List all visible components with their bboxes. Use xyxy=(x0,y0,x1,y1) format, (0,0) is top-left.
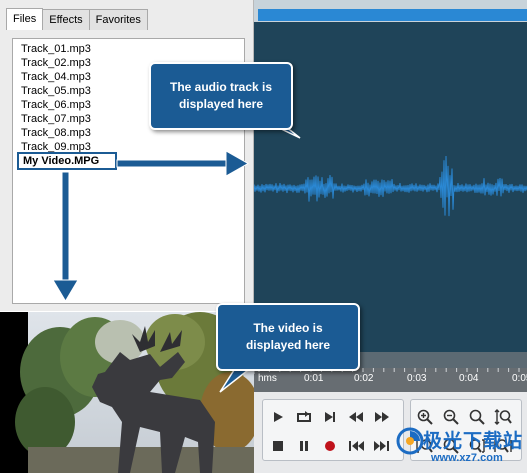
skip-to-end-icon xyxy=(374,441,389,451)
timeline-label: 0:05 xyxy=(512,373,527,384)
list-item[interactable]: Track_08.mp3 xyxy=(21,127,91,140)
timeline-label: 0:02 xyxy=(354,373,374,384)
playback-button-group xyxy=(262,399,404,461)
skip-to-start-button[interactable] xyxy=(345,435,367,457)
skip-to-end-button[interactable] xyxy=(371,435,393,457)
fast-forward-button[interactable] xyxy=(371,406,393,428)
list-item[interactable]: Track_02.mp3 xyxy=(21,57,91,70)
play-to-end-button[interactable] xyxy=(319,406,341,428)
skip-to-start-icon xyxy=(349,441,364,451)
watermark-url: www.xz7.com xyxy=(431,452,503,464)
callout-video-line-2: displayed here xyxy=(245,338,331,352)
pause-icon xyxy=(300,441,308,451)
tab-favorites[interactable]: Favorites xyxy=(88,9,148,30)
fast-forward-icon xyxy=(375,412,389,422)
stop-button[interactable] xyxy=(267,435,289,457)
zoom-in-icon xyxy=(417,409,433,425)
pause-button[interactable] xyxy=(293,435,315,457)
timeline-ruler[interactable]: hms 0:01 0:02 0:03 0:04 0:05 xyxy=(254,368,527,392)
callout-video-line-1: The video is xyxy=(253,321,323,335)
zoom-vertical-icon xyxy=(494,409,512,425)
rewind-button[interactable] xyxy=(345,406,367,428)
audio-overview-bar[interactable] xyxy=(254,0,527,22)
play-button[interactable] xyxy=(267,406,289,428)
callout-audio-line-2: displayed here xyxy=(178,97,264,111)
callout-video: The video is displayed here xyxy=(216,303,360,371)
tab-files[interactable]: Files xyxy=(6,8,44,30)
watermark: 极光下载站 www.xz7.com xyxy=(395,424,525,472)
timeline-ticks xyxy=(254,368,520,374)
watermark-logo-icon xyxy=(396,427,424,455)
timeline-label: 0:03 xyxy=(407,373,427,384)
tab-bar: Files Effects Favorites xyxy=(6,8,148,30)
loop-button[interactable] xyxy=(293,406,315,428)
watermark-text: 极光下载站 xyxy=(423,430,524,452)
list-item-selected[interactable]: My Video.MPG xyxy=(17,152,117,170)
callout-audio: The audio track is displayed here xyxy=(149,62,293,130)
timeline-label: 0:04 xyxy=(459,373,479,384)
record-button[interactable] xyxy=(319,435,341,457)
tab-effects[interactable]: Effects xyxy=(42,9,90,30)
zoom-out-icon xyxy=(443,409,459,425)
timeline-label: 0:01 xyxy=(304,373,324,384)
list-item[interactable]: Track_05.mp3 xyxy=(21,85,91,98)
timeline-unit-label: hms xyxy=(258,373,277,384)
list-item[interactable]: Track_06.mp3 xyxy=(21,99,91,112)
rewind-icon xyxy=(349,412,363,422)
zoom-100-icon xyxy=(469,409,485,425)
play-icon xyxy=(274,412,283,422)
list-item[interactable]: Track_07.mp3 xyxy=(21,113,91,126)
record-icon xyxy=(325,441,335,451)
stop-icon xyxy=(273,441,283,451)
list-item[interactable]: Track_04.mp3 xyxy=(21,71,91,84)
selection-bar[interactable] xyxy=(258,9,527,21)
file-browser-panel: Files Effects Favorites Track_01.mp3 Tra… xyxy=(0,0,254,311)
play-to-end-icon xyxy=(325,412,335,422)
list-item[interactable]: Track_01.mp3 xyxy=(21,43,91,56)
callout-audio-line-1: The audio track is xyxy=(169,80,273,94)
loop-icon xyxy=(297,411,311,422)
